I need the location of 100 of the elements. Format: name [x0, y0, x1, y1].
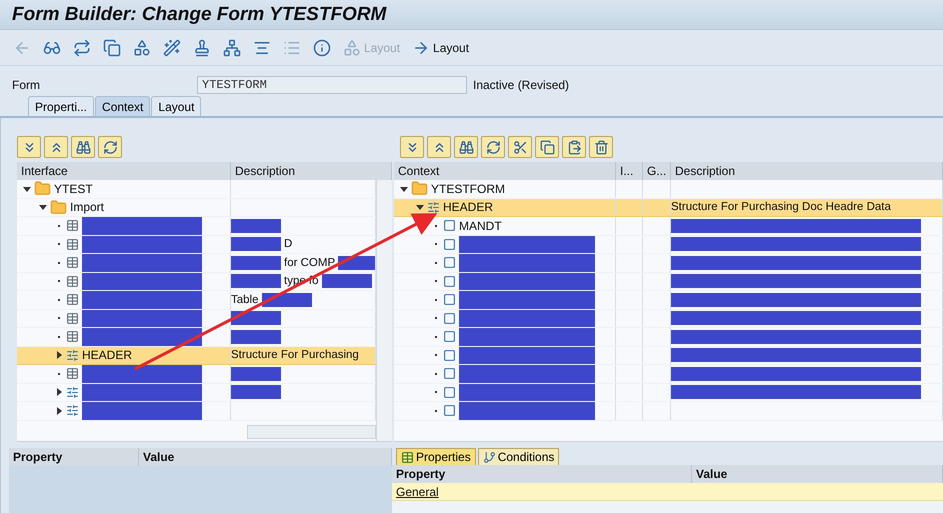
- tree-row[interactable]: [394, 291, 943, 310]
- folder-icon: [50, 198, 67, 216]
- tool-button[interactable]: [400, 136, 424, 158]
- tab[interactable]: Properti...: [28, 96, 94, 116]
- tool-button[interactable]: [508, 136, 532, 158]
- tree-row[interactable]: [17, 328, 376, 346]
- node-name: HEADER: [82, 348, 132, 362]
- collapsed-caret-icon[interactable]: [55, 406, 63, 415]
- tree-row[interactable]: YTEST: [17, 180, 376, 198]
- tab[interactable]: Conditions: [478, 448, 560, 465]
- table-icon: [66, 330, 79, 344]
- vertical-scrollbar[interactable]: [376, 180, 392, 441]
- tree-row[interactable]: [394, 365, 943, 384]
- field-icon: [443, 293, 456, 306]
- collapsed-caret-icon[interactable]: [55, 388, 63, 396]
- redaction-block: [231, 385, 281, 400]
- tree-row[interactable]: HEADER Structure For Purchasing: [17, 346, 376, 365]
- description-text: Table: [231, 294, 258, 306]
- magic-wand-icon: [163, 38, 181, 56]
- tool-button[interactable]: [562, 136, 586, 158]
- tree-row[interactable]: [394, 328, 943, 346]
- field-icon: [443, 256, 456, 270]
- refresh-icon: [102, 140, 118, 154]
- table-icon: [66, 274, 79, 288]
- tree-row[interactable]: for COMP: [17, 254, 376, 272]
- tool-button[interactable]: [427, 136, 451, 158]
- redaction-block: [231, 274, 281, 288]
- redaction-block: [231, 237, 281, 252]
- table-icon: [66, 238, 79, 251]
- tree-row[interactable]: [394, 236, 943, 254]
- paste-icon: [566, 140, 582, 154]
- table-icon: [66, 219, 79, 232]
- window-title: Form Builder: Change Form YTESTFORM: [12, 4, 386, 26]
- tree-row[interactable]: [17, 217, 376, 236]
- field-icon: [443, 330, 456, 344]
- stamp-icon: [193, 38, 211, 56]
- group-link[interactable]: General: [396, 484, 439, 498]
- binoculars-icon: [76, 140, 90, 154]
- description-text: for COMP: [284, 256, 336, 269]
- tool-button[interactable]: [481, 136, 505, 158]
- copy-icon: [103, 38, 121, 56]
- tree-row[interactable]: [394, 254, 943, 272]
- tree-row[interactable]: [17, 310, 376, 328]
- tab[interactable]: Context: [95, 96, 150, 116]
- expanded-caret-icon[interactable]: [39, 203, 47, 212]
- tree-row[interactable]: [394, 310, 943, 328]
- collapsed-caret-icon[interactable]: [55, 351, 63, 360]
- scissors-icon: [512, 140, 528, 154]
- column-header[interactable]: Interface: [17, 162, 231, 180]
- tree-row[interactable]: [17, 384, 376, 402]
- tool-button[interactable]: [44, 136, 68, 158]
- column-header[interactable]: G...: [643, 162, 671, 180]
- node-name: HEADER: [443, 200, 494, 214]
- tree-row[interactable]: D: [17, 236, 376, 254]
- tool-button[interactable]: [71, 136, 95, 158]
- node-name: YTESTFORM: [431, 182, 505, 196]
- description-text: Structure For Purchasing: [231, 349, 359, 362]
- node-name: MANDT: [459, 218, 502, 233]
- shapes-icon: [343, 38, 361, 56]
- expanded-caret-icon[interactable]: [416, 203, 424, 212]
- field-icon: [443, 274, 456, 288]
- tree-row[interactable]: [394, 272, 943, 291]
- description-text: D: [284, 238, 292, 250]
- shapes-icon: [133, 38, 151, 56]
- structure-icon: [66, 404, 79, 418]
- tree-row[interactable]: [394, 384, 943, 402]
- column-header[interactable]: Description: [671, 162, 943, 180]
- tab[interactable]: Properties: [396, 448, 476, 465]
- field-icon: [443, 312, 456, 325]
- redaction-block: [231, 330, 281, 344]
- node-name: Import: [70, 200, 104, 214]
- field-icon: [443, 238, 456, 251]
- redaction-block: [231, 366, 281, 381]
- tree-row[interactable]: MANDT: [394, 217, 943, 236]
- tree-row[interactable]: [394, 346, 943, 365]
- horizontal-scrollbar[interactable]: [247, 425, 376, 439]
- tree-row[interactable]: [17, 365, 376, 384]
- tool-button[interactable]: [589, 136, 613, 158]
- toolbar-button[interactable]: Layout: [409, 34, 472, 60]
- tool-button[interactable]: [17, 136, 41, 158]
- form-label: Form: [12, 78, 41, 92]
- tree-row[interactable]: Table: [17, 291, 376, 310]
- column-header[interactable]: Value: [139, 448, 392, 466]
- tool-button[interactable]: [98, 136, 122, 158]
- tree-row[interactable]: HEADER Structure For Purchasing Doc Headre Data: [394, 198, 943, 217]
- expanded-caret-icon[interactable]: [23, 184, 31, 193]
- form-field[interactable]: YTESTFORM: [197, 76, 467, 94]
- expanded-caret-icon[interactable]: [400, 184, 408, 193]
- tree-row[interactable]: [394, 402, 943, 420]
- column-header[interactable]: I...: [616, 162, 643, 180]
- node-name: YTEST: [54, 182, 93, 196]
- tool-button[interactable]: [454, 136, 478, 158]
- tree-row[interactable]: [17, 402, 376, 420]
- column-header[interactable]: Property: [9, 448, 139, 466]
- folder-icon: [34, 180, 51, 198]
- tab[interactable]: Layout: [151, 96, 202, 116]
- redaction-block: [231, 256, 281, 270]
- tool-button[interactable]: [535, 136, 559, 158]
- swap-icon: [73, 38, 91, 56]
- column-header[interactable]: Context: [394, 162, 616, 180]
